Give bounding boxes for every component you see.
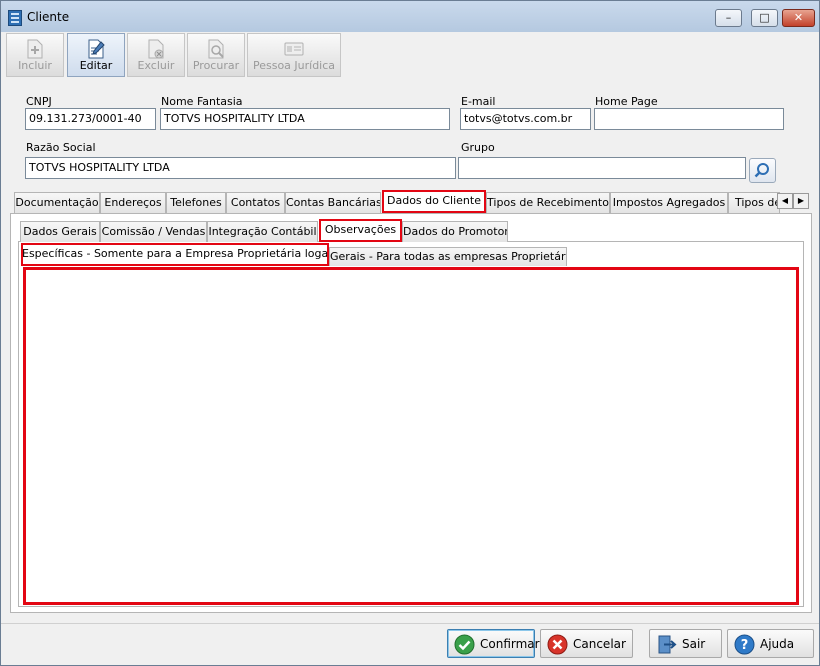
- cancel-icon: [547, 634, 568, 655]
- tab-comissao-vendas[interactable]: Comissão / Vendas: [100, 221, 207, 242]
- maximize-button[interactable]: □: [751, 9, 778, 27]
- tab-tipos-de[interactable]: Tipos de: [728, 192, 780, 213]
- grupo-label: Grupo: [461, 141, 495, 154]
- tab-dados-gerais[interactable]: Dados Gerais: [20, 221, 100, 242]
- delete-doc-icon: [148, 39, 164, 59]
- tab-integracao-contabil[interactable]: Integração Contábil: [207, 221, 318, 242]
- edit-doc-icon: [88, 39, 105, 59]
- confirmar-button[interactable]: Confirmar: [447, 629, 540, 658]
- procurar-button[interactable]: Procurar: [187, 33, 245, 77]
- exit-door-icon: [658, 635, 677, 654]
- editar-label: Editar: [79, 59, 113, 72]
- window-title: Cliente: [27, 10, 70, 24]
- excluir-label: Excluir: [137, 59, 175, 72]
- minimize-button[interactable]: –: [715, 9, 742, 27]
- grupo-field[interactable]: [458, 157, 746, 179]
- tab-contas-bancarias[interactable]: Contas Bancárias: [285, 192, 381, 213]
- razao-social-field[interactable]: TOTVS HOSPITALITY LTDA: [25, 157, 456, 179]
- razao-social-label: Razão Social: [26, 141, 96, 154]
- home-page-field[interactable]: [594, 108, 784, 130]
- sub-tab-strip: Dados Gerais Comissão / Vendas Integraçã…: [18, 219, 798, 243]
- pessoa-juridica-button[interactable]: Pessoa Jurídica: [247, 33, 341, 77]
- email-field[interactable]: totvs@totvs.com.br: [460, 108, 591, 130]
- tab-enderecos[interactable]: Endereços: [100, 192, 166, 213]
- svg-text:?: ?: [741, 638, 749, 653]
- ajuda-button[interactable]: ? Ajuda: [727, 629, 814, 658]
- ajuda-label: Ajuda: [760, 637, 795, 651]
- cnpj-field[interactable]: 09.131.273/0001-40: [25, 108, 156, 130]
- confirmar-label: Confirmar: [480, 637, 540, 651]
- cancelar-label: Cancelar: [573, 637, 626, 651]
- tab-gerais[interactable]: Gerais - Para todas as empresas Propriet…: [329, 247, 567, 266]
- tab-dados-do-promotor[interactable]: Dados do Promotor: [402, 221, 508, 242]
- email-label: E-mail: [461, 95, 496, 108]
- help-icon: ?: [734, 634, 755, 655]
- sair-button[interactable]: Sair: [649, 629, 722, 658]
- sair-label: Sair: [682, 637, 706, 651]
- tab-especificas[interactable]: Específicas - Somente para a Empresa Pro…: [21, 243, 329, 266]
- grupo-search-button[interactable]: [749, 158, 776, 183]
- nome-fantasia-label: Nome Fantasia: [161, 95, 243, 108]
- pessoa-juridica-label: Pessoa Jurídica: [252, 59, 336, 72]
- tab-scroll-right-button[interactable]: ▶: [793, 193, 809, 209]
- tab-contatos[interactable]: Contatos: [226, 192, 285, 213]
- nome-fantasia-field[interactable]: TOTVS HOSPITALITY LTDA: [160, 108, 450, 130]
- check-icon: [454, 634, 475, 655]
- search-icon: [754, 163, 769, 178]
- incluir-button[interactable]: Incluir: [6, 33, 64, 77]
- procurar-label: Procurar: [192, 59, 240, 72]
- cancelar-button[interactable]: Cancelar: [540, 629, 633, 658]
- main-tab-strip: Documentação Endereços Telefones Contato…: [10, 190, 810, 214]
- id-card-icon: [284, 42, 304, 56]
- tab-documentacao[interactable]: Documentação: [14, 192, 100, 213]
- tab-impostos-agregados[interactable]: Impostos Agregados: [610, 192, 728, 213]
- editar-button[interactable]: Editar: [67, 33, 125, 77]
- tab-observacoes[interactable]: Observações: [319, 219, 402, 242]
- title-bar[interactable]: Cliente – □ ✕: [1, 1, 819, 32]
- obs-tab-strip: Específicas - Somente para a Empresa Pro…: [21, 243, 801, 267]
- footer-bar: Confirmar Cancelar Sair ? Ajuda: [1, 623, 819, 665]
- search-doc-icon: [208, 39, 224, 59]
- cnpj-label: CNPJ: [26, 95, 52, 108]
- observations-memo[interactable]: [23, 267, 799, 605]
- incluir-label: Incluir: [18, 59, 52, 72]
- add-doc-icon: [27, 39, 43, 59]
- tab-dados-do-cliente[interactable]: Dados do Cliente: [382, 190, 486, 213]
- excluir-button[interactable]: Excluir: [127, 33, 185, 77]
- close-button[interactable]: ✕: [782, 9, 815, 27]
- app-icon: [8, 10, 22, 26]
- client-window: Cliente – □ ✕ Incluir Editar Excluir Pro…: [0, 0, 820, 666]
- tab-scroll-left-button[interactable]: ◀: [777, 193, 793, 209]
- toolbar: Incluir Editar Excluir Procurar Pessoa J…: [5, 33, 817, 79]
- tab-tipos-de-recebimento[interactable]: Tipos de Recebimento: [486, 192, 610, 213]
- tab-telefones[interactable]: Telefones: [166, 192, 226, 213]
- home-page-label: Home Page: [595, 95, 658, 108]
